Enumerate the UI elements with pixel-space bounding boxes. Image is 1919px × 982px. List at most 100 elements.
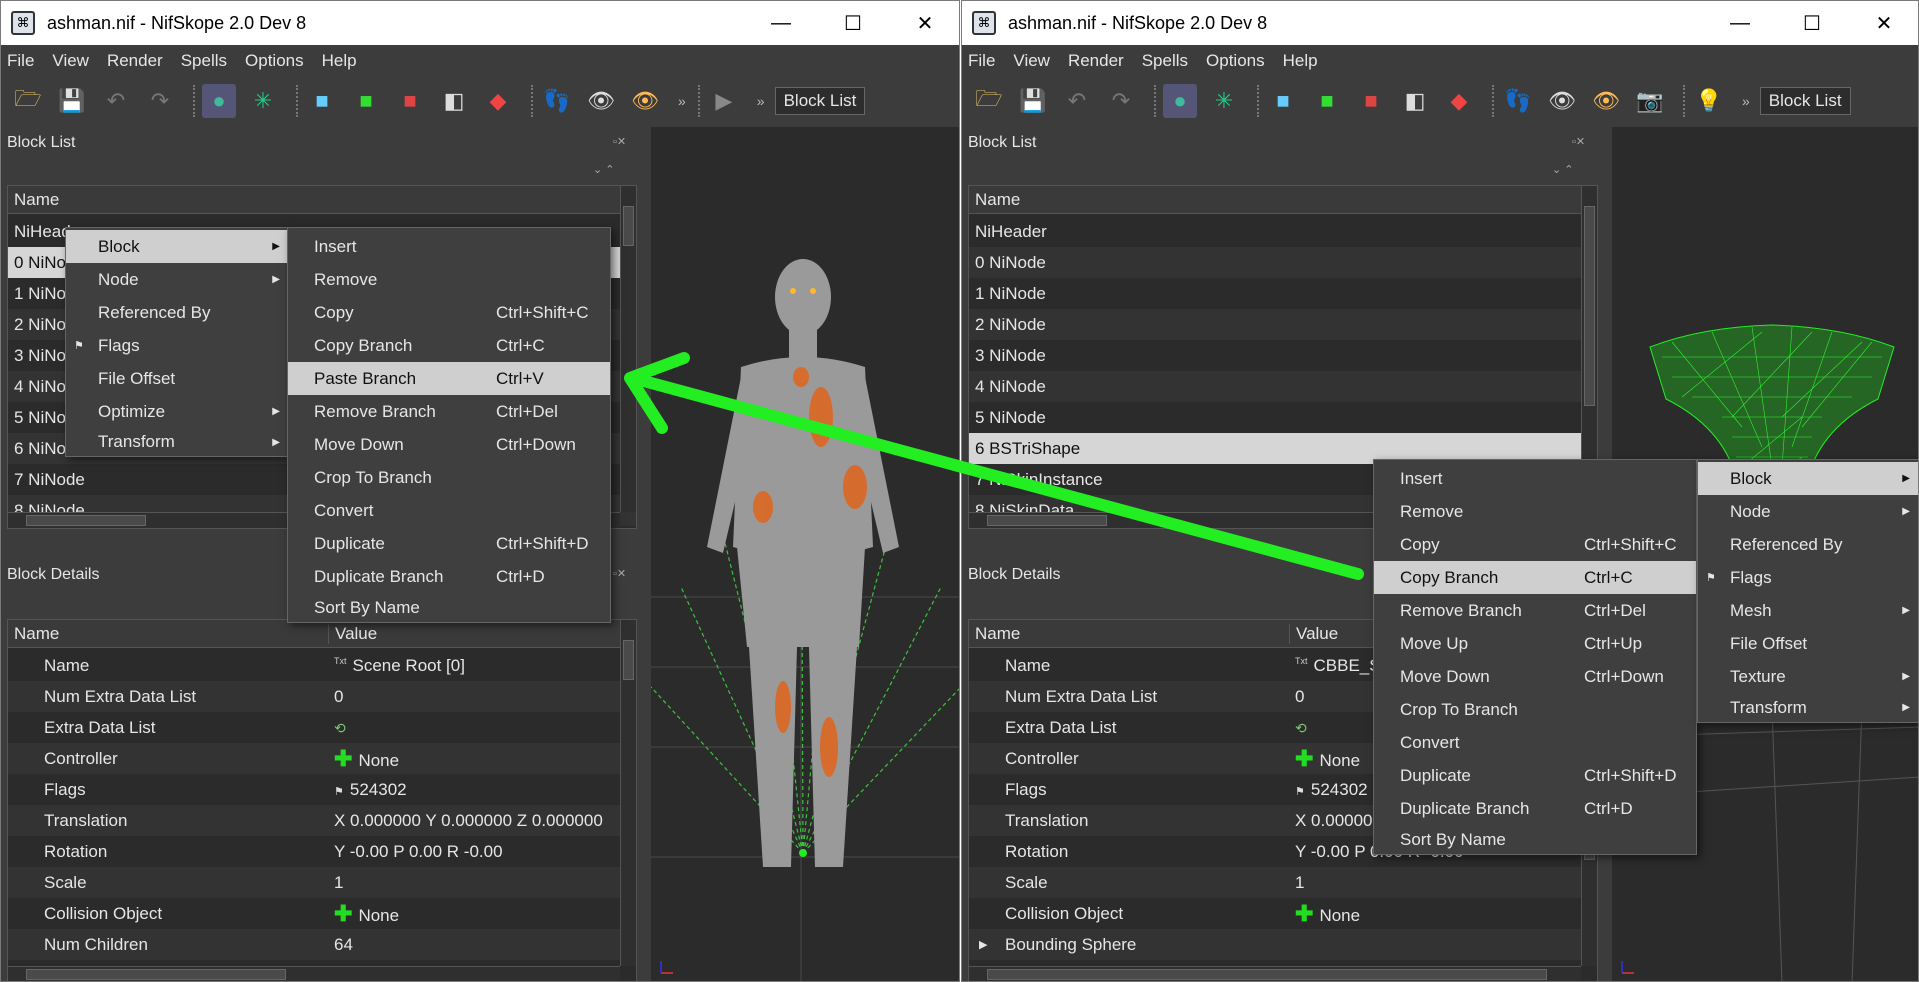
view-top-icon[interactable]: ■ — [1266, 84, 1300, 118]
ctx-item-move-down[interactable]: Move Down Ctrl+Down — [1374, 660, 1696, 693]
menu-file[interactable]: File — [7, 51, 34, 71]
save-file-icon[interactable]: 💾 — [1016, 84, 1050, 118]
ctx-item-crop-to-branch[interactable]: Crop To Branch — [1374, 693, 1696, 726]
close-button[interactable]: ✕ — [1848, 1, 1918, 45]
detail-row[interactable]: Num Extra Data List 0 — [8, 681, 636, 712]
ctx-item-move-up[interactable]: Move Up Ctrl+Up — [1374, 627, 1696, 660]
name-column-header[interactable]: Name — [969, 624, 1020, 644]
select-object-icon[interactable]: ● — [202, 84, 236, 118]
block-details-hscroll[interactable] — [8, 966, 620, 981]
scroll-thumb[interactable] — [26, 969, 286, 980]
add-link-icon[interactable]: ✚ — [334, 746, 352, 771]
walk-mode-icon[interactable]: 👣 — [540, 84, 574, 118]
ctx-item-block[interactable]: Block ▶ — [66, 230, 288, 263]
title-bar[interactable]: ⌘ ashman.nif - NifSkope 2.0 Dev 8 — ☐ ✕ — [1, 1, 959, 45]
view-flip-icon[interactable]: ◧ — [437, 84, 471, 118]
ctx-item-block[interactable]: Block ▶ — [1698, 462, 1918, 495]
add-link-icon[interactable]: ✚ — [1295, 746, 1313, 771]
ctx-item-copy[interactable]: Copy Ctrl+Shift+C — [1374, 528, 1696, 561]
menu-file[interactable]: File — [968, 51, 995, 71]
detail-row[interactable]: Collision Object ✚ None — [8, 898, 636, 929]
render-viewport[interactable] — [651, 127, 959, 981]
block-row[interactable]: 2 NiNode — [969, 309, 1597, 340]
scroll-thumb[interactable] — [26, 515, 146, 526]
detail-row[interactable]: Name Txt Scene Root [0] — [8, 650, 636, 681]
menu-render[interactable]: Render — [107, 51, 163, 71]
view-side-icon[interactable]: ■ — [1354, 84, 1388, 118]
ctx-item-texture[interactable]: Texture ▶ — [1698, 660, 1918, 693]
ctx-item-duplicate[interactable]: Duplicate Ctrl+Shift+D — [1374, 759, 1696, 792]
block-list-vscroll[interactable] — [620, 186, 636, 512]
toolbar-overflow-icon[interactable]: » — [678, 93, 686, 109]
dock-list-combo[interactable]: Block List — [774, 87, 866, 115]
show-hidden-icon[interactable]: 👁 — [1545, 84, 1579, 118]
select-visible-icon[interactable]: 👁 — [628, 84, 662, 118]
menu-view[interactable]: View — [1013, 51, 1050, 71]
scroll-thumb[interactable] — [1584, 206, 1595, 406]
view-perspective-icon[interactable]: ◆ — [481, 84, 515, 118]
ctx-item-file-offset[interactable]: File Offset — [66, 362, 288, 395]
ctx-item-insert[interactable]: Insert — [288, 230, 610, 263]
ctx-item-sort-by-name[interactable]: Sort By Name — [1374, 825, 1696, 854]
ctx-item-duplicate-branch[interactable]: Duplicate Branch Ctrl+D — [1374, 792, 1696, 825]
block-details-vscroll[interactable] — [620, 620, 636, 966]
ctx-item-flags[interactable]: ⚑ Flags — [1698, 561, 1918, 594]
ctx-item-file-offset[interactable]: File Offset — [1698, 627, 1918, 660]
maximize-button[interactable]: ☐ — [817, 1, 889, 45]
ctx-item-convert[interactable]: Convert — [1374, 726, 1696, 759]
add-link-icon[interactable]: ✚ — [1295, 901, 1313, 926]
ctx-item-copy-branch[interactable]: Copy Branch Ctrl+C — [1374, 561, 1696, 594]
name-column-header[interactable]: Name — [8, 624, 59, 644]
toolbar-overflow-icon[interactable]: » — [757, 93, 765, 109]
detail-row[interactable]: Controller ✚ None — [8, 743, 636, 774]
block-row[interactable]: 3 NiNode — [969, 340, 1597, 371]
detail-row[interactable]: ▶ Bounding Sphere — [969, 929, 1597, 960]
ctx-item-remove-branch[interactable]: Remove Branch Ctrl+Del — [1374, 594, 1696, 627]
filter-toggle-icon[interactable]: ⌄ ⌃ — [593, 163, 627, 177]
minimize-button[interactable]: — — [1704, 1, 1776, 45]
value-column-header[interactable]: Value — [328, 623, 377, 644]
value-column-header[interactable]: Value — [1289, 623, 1338, 644]
open-file-icon[interactable]: 🗁 — [972, 84, 1006, 118]
add-link-icon[interactable]: ✚ — [334, 901, 352, 926]
save-file-icon[interactable]: 💾 — [55, 84, 89, 118]
block-row[interactable]: 1 NiNode — [969, 278, 1597, 309]
close-button[interactable]: ✕ — [889, 1, 959, 45]
view-front-icon[interactable]: ■ — [349, 84, 383, 118]
detail-row[interactable]: Translation X 0.000000 Y 0.000000 Z 0.000… — [8, 805, 636, 836]
show-hidden-icon[interactable]: 👁 — [584, 84, 618, 118]
walk-mode-icon[interactable]: 👣 — [1501, 84, 1535, 118]
block-row[interactable]: 5 NiNode — [969, 402, 1597, 433]
redo-icon[interactable]: ↷ — [143, 84, 177, 118]
detail-row[interactable]: Scale 1 — [969, 867, 1597, 898]
view-perspective-icon[interactable]: ◆ — [1442, 84, 1476, 118]
block-row[interactable]: 4 NiNode — [969, 371, 1597, 402]
select-object-icon[interactable]: ● — [1163, 84, 1197, 118]
title-bar[interactable]: ⌘ ashman.nif - NifSkope 2.0 Dev 8 — ☐ ✕ — [962, 1, 1918, 45]
dock-float-close-icon[interactable]: ▫✕ — [613, 135, 647, 149]
name-column-header[interactable]: Name — [8, 190, 59, 210]
block-row[interactable]: 0 NiNode — [969, 247, 1597, 278]
filter-toggle-icon[interactable]: ⌄ ⌃ — [1552, 163, 1586, 177]
view-front-icon[interactable]: ■ — [1310, 84, 1344, 118]
menu-help[interactable]: Help — [1283, 51, 1318, 71]
minimize-button[interactable]: — — [745, 1, 817, 45]
ctx-item-sort-by-name[interactable]: Sort By Name — [288, 593, 610, 622]
menu-help[interactable]: Help — [322, 51, 357, 71]
menu-view[interactable]: View — [52, 51, 89, 71]
menu-spells[interactable]: Spells — [181, 51, 227, 71]
expand-arrow-icon[interactable]: ▶ — [979, 938, 987, 951]
ctx-item-remove[interactable]: Remove — [1374, 495, 1696, 528]
ctx-item-paste-branch[interactable]: Paste Branch Ctrl+V — [288, 362, 610, 395]
ctx-item-node[interactable]: Node ▶ — [66, 263, 288, 296]
lighting-icon[interactable]: 💡 — [1692, 84, 1726, 118]
ctx-item-copy[interactable]: Copy Ctrl+Shift+C — [288, 296, 610, 329]
ctx-item-insert[interactable]: Insert — [1374, 462, 1696, 495]
menu-options[interactable]: Options — [1206, 51, 1265, 71]
screenshot-icon[interactable]: 📷 — [1633, 84, 1667, 118]
ctx-item-transform[interactable]: Transform ▶ — [66, 428, 288, 456]
undo-icon[interactable]: ↶ — [99, 84, 133, 118]
toolbar-overflow-icon[interactable]: » — [1742, 93, 1750, 109]
detail-row[interactable]: RotationY -0.00 P 0.00 R -0.00 — [8, 836, 636, 867]
ctx-item-referenced-by[interactable]: Referenced By — [1698, 528, 1918, 561]
